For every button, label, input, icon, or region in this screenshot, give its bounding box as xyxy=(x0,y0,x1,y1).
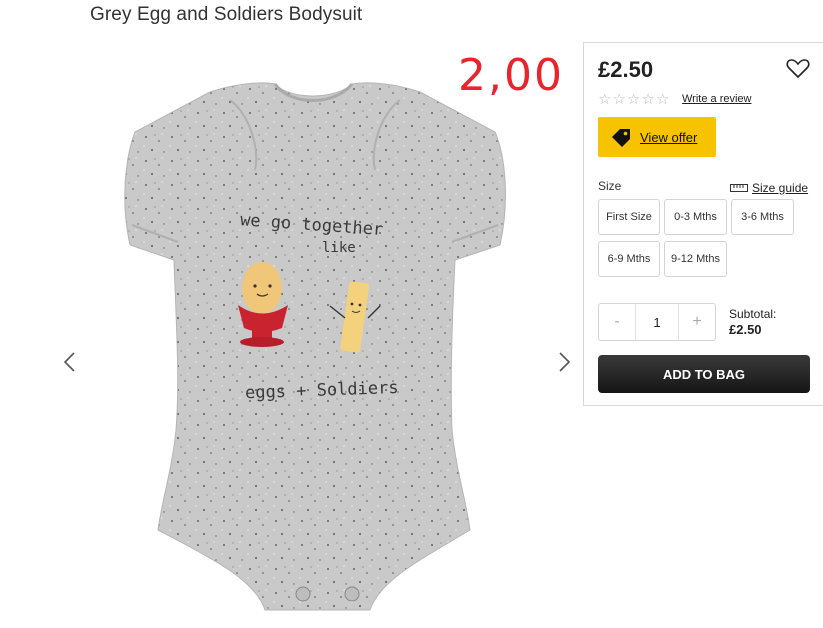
size-option[interactable]: 9-12 Mths xyxy=(664,241,727,277)
subtotal-value: £2.50 xyxy=(729,322,762,337)
next-image-button[interactable] xyxy=(554,350,574,374)
prev-image-button[interactable] xyxy=(60,350,80,374)
product-image-gallery: we go together like eggs + Soldiers xyxy=(60,40,580,628)
add-to-bag-button[interactable]: ADD TO BAG xyxy=(598,355,810,393)
size-guide-label: Size guide xyxy=(752,181,809,195)
size-option[interactable]: 0-3 Mths xyxy=(664,199,727,235)
annotated-new-price: 2,00 xyxy=(458,50,564,101)
star-icon: ☆ xyxy=(626,91,641,108)
print-text-line2: like xyxy=(322,240,356,256)
rating-stars[interactable]: ☆ ☆ ☆ ☆ ☆ xyxy=(598,91,670,108)
heart-icon xyxy=(786,59,810,79)
size-option[interactable]: 3-6 Mths xyxy=(731,199,794,235)
size-option[interactable]: First Size xyxy=(598,199,660,235)
size-guide-link[interactable]: Size guide xyxy=(730,181,808,195)
subtotal: Subtotal: £2.50 xyxy=(729,307,776,337)
product-title: Grey Egg and Soldiers Bodysuit xyxy=(90,4,363,25)
star-icon: ☆ xyxy=(641,91,655,108)
chevron-right-icon xyxy=(559,352,571,372)
star-icon: ☆ xyxy=(598,91,612,108)
view-offer-button[interactable]: View offer xyxy=(598,117,716,157)
size-label: Size xyxy=(598,179,622,193)
subtotal-label: Subtotal: xyxy=(729,307,777,321)
product-panel: £2.50 ☆ ☆ ☆ ☆ ☆ Write a review View offe… xyxy=(583,42,823,406)
quantity-stepper: - 1 + xyxy=(598,303,716,341)
star-icon: ☆ xyxy=(612,91,626,108)
qty-decrease-button[interactable]: - xyxy=(599,304,635,340)
tag-icon xyxy=(612,129,630,147)
write-review-link[interactable]: Write a review xyxy=(682,93,751,105)
price: £2.50 xyxy=(598,57,654,82)
product-image: we go together like eggs + Soldiers xyxy=(124,82,506,611)
size-option[interactable]: 6-9 Mths xyxy=(598,241,660,277)
qty-increase-button[interactable]: + xyxy=(679,304,715,340)
star-icon: ☆ xyxy=(655,91,670,108)
ruler-icon xyxy=(730,184,748,192)
wishlist-button[interactable] xyxy=(786,57,810,84)
qty-value[interactable]: 1 xyxy=(635,304,679,340)
chevron-left-icon xyxy=(63,352,75,372)
bodysuit-shape xyxy=(124,82,506,611)
view-offer-label: View offer xyxy=(640,129,698,145)
